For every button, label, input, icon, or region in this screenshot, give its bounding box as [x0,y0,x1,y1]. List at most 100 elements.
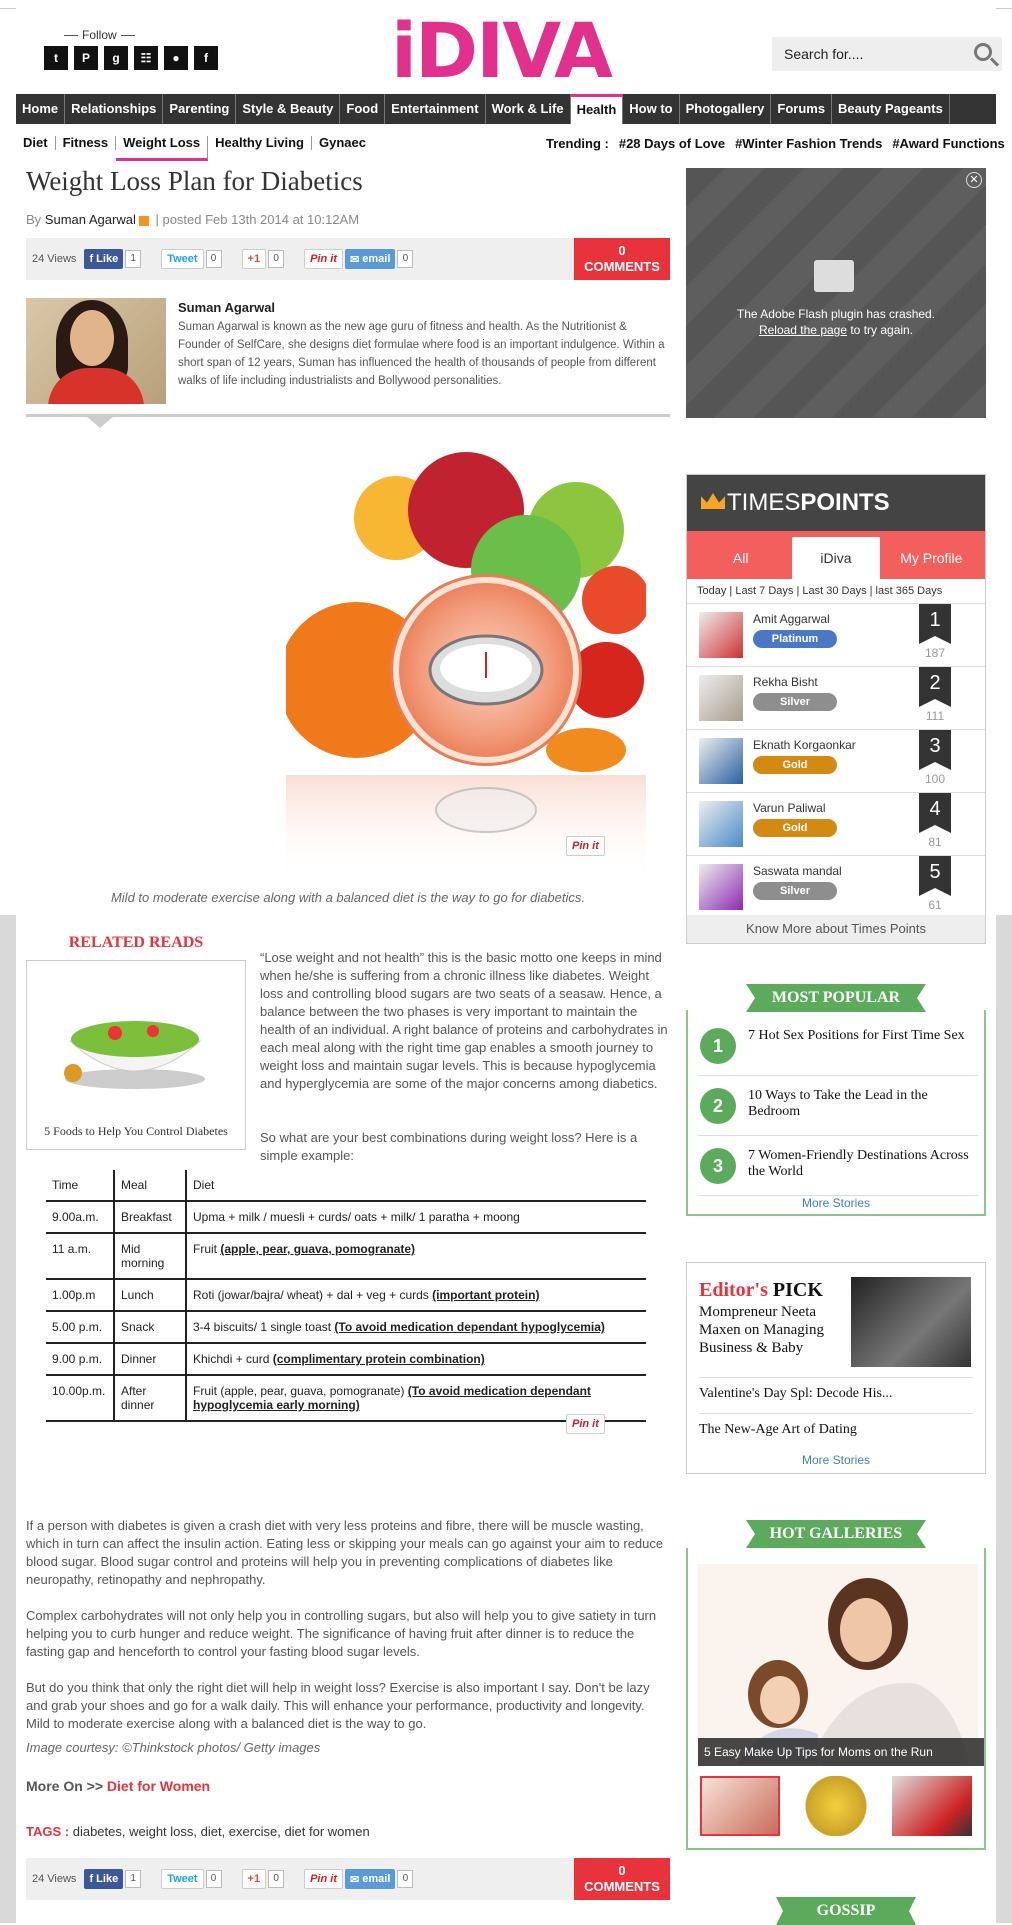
author-link[interactable]: Suman Agarwal [45,212,136,227]
related-title[interactable]: 5 Foods to Help You Control Diabetes [27,1124,245,1139]
email-count: 0 [397,250,414,268]
pinterest-icon[interactable]: P [74,46,98,70]
nav-item[interactable]: Work & Life [486,94,571,124]
reload-link[interactable]: Reload the page [759,323,847,337]
table-cell-time: 1.00p.m [46,1279,115,1312]
leaderboard-row[interactable]: Eknath Korgaonkar Gold 3 100 [687,730,985,793]
comments-button[interactable]: 0 COMMENTS [574,238,670,280]
tweet-button[interactable]: Tweet [161,249,204,269]
nav-item[interactable]: Health [570,94,624,124]
times-points-tab[interactable]: iDiva [792,537,880,579]
nav-item[interactable]: Parenting [163,94,237,124]
table-pin-it-button[interactable]: Pin it [566,1414,605,1434]
popular-title[interactable]: 7 Women-Friendly Destinations Across the… [748,1148,974,1180]
popular-title[interactable]: 7 Hot Sex Positions for First Time Sex [748,1028,974,1044]
orkut-icon[interactable]: ● [164,46,188,70]
times-points-tab[interactable]: All [697,537,784,579]
close-icon[interactable]: ✕ [966,172,982,188]
subnav-item[interactable]: Diet [16,136,56,150]
subnav-item[interactable]: Weight Loss [116,136,209,161]
rss-icon[interactable]: ☷ [134,46,158,70]
gallery-main-image[interactable] [698,1564,978,1764]
editors-pick-more-stories[interactable]: More Stories [687,1453,985,1467]
gallery-thumb[interactable] [892,1776,972,1836]
subnav-item[interactable]: Fitness [56,136,117,150]
gallery-thumb[interactable] [700,1776,780,1836]
editors-pick-image[interactable] [851,1277,971,1367]
popular-title[interactable]: 10 Ways to Take the Lead in the Bedroom [748,1088,974,1120]
pin-it-button[interactable]: Pin it [304,1869,343,1889]
period-filter[interactable]: Today | Last 7 Days | Last 30 Days | las… [687,579,985,604]
user-name[interactable]: Rekha Bisht [753,675,818,689]
comments-button[interactable]: 0 COMMENTS [574,1858,670,1900]
email-button[interactable]: ✉ email [344,249,396,269]
hero-pin-it-button[interactable]: Pin it [566,836,605,856]
google-plus-icon[interactable]: g [104,46,128,70]
diet-text: 3-4 biscuits/ 1 single toast [193,1320,335,1334]
email-button[interactable]: ✉ email [344,1869,396,1889]
nav-item[interactable]: Style & Beauty [236,94,341,124]
avatar [699,801,743,847]
editors-pick-story[interactable]: The New-Age Art of Dating [699,1413,973,1438]
nav-item[interactable]: Food [340,94,386,124]
popular-item[interactable]: 2 10 Ways to Take the Lead in the Bedroom [698,1080,978,1136]
tweet-button[interactable]: Tweet [161,1869,204,1889]
nav-item[interactable]: Beauty Pageants [832,94,950,124]
facebook-like-button[interactable]: f Like [84,1869,124,1889]
nav-item[interactable]: How to [623,94,680,124]
flash-message: The Adobe Flash plugin has crashed. [736,307,936,321]
editors-pick-lead[interactable]: Mompreneur Neeta Maxen on Managing Busin… [699,1303,847,1357]
user-name[interactable]: Varun Paliwal [753,801,825,815]
share-bar-bottom: 24 Views f Like 1 Tweet 0 +1 0 Pin it ✉ ema… [26,1858,670,1900]
nav-item[interactable]: Photogallery [680,94,772,124]
leaderboard-row[interactable]: Varun Paliwal Gold 4 81 [687,793,985,856]
user-name[interactable]: Amit Aggarwal [753,612,830,626]
related-card[interactable]: 5 Foods to Help You Control Diabetes [26,960,246,1150]
subnav-item[interactable]: Healthy Living [208,136,312,150]
times-points-tabs: All iDiva My Profile [687,531,985,579]
leaderboard-row[interactable]: Saswata mandal Silver 5 61 [687,856,985,919]
user-name[interactable]: Eknath Korgaonkar [753,738,856,752]
gallery-caption[interactable]: 5 Easy Make Up Tips for Moms on the Run [698,1738,984,1766]
sub-nav: Diet Fitness Weight Loss Healthy Living Gyna… [16,131,373,161]
times-points-tab[interactable]: My Profile [888,537,975,579]
rss-icon[interactable] [138,215,149,226]
google-plus-button[interactable]: +1 [241,249,267,269]
search-icon[interactable] [974,43,992,61]
google-plus-button[interactable]: +1 [241,1869,267,1889]
nav-item[interactable]: Entertainment [385,94,486,124]
leaderboard-row[interactable]: Rekha Bisht Silver 2 111 [687,667,985,730]
more-on-link[interactable]: Diet for Women [107,1778,210,1794]
leaderboard-row[interactable]: Amit Aggarwal Platinum 1 187 [687,604,985,667]
table-row: 10.00p.m. After dinner Fruit (apple, pear,… [46,1375,646,1422]
nav-item[interactable]: Forums [771,94,833,124]
nav-item[interactable]: Home [16,94,66,124]
tumblr-icon[interactable]: t [44,46,68,70]
author-name[interactable]: Suman Agarwal [178,300,275,315]
search-input[interactable]: Search for.... [784,46,863,62]
gallery-thumb[interactable] [796,1776,876,1836]
popular-item[interactable]: 3 7 Women-Friendly Destinations Across th… [698,1140,978,1196]
trending-link[interactable]: #28 Days of Love [619,136,725,151]
facebook-icon[interactable]: f [194,46,218,70]
nav-item[interactable]: Relationships [65,94,164,124]
site-logo[interactable]: iDIVA [391,10,613,92]
most-popular-more-stories[interactable]: More Stories [688,1196,984,1210]
pin-it-button[interactable]: Pin it [304,249,343,269]
know-more-link[interactable]: Know More about Times Points [687,915,985,943]
rank-badge: 5 [919,856,951,896]
editors-pick-story[interactable]: Valentine's Day Spl: Decode His... [699,1377,973,1402]
trending-label: Trending : [546,135,609,151]
popular-item[interactable]: 1 7 Hot Sex Positions for First Time Sex [698,1020,978,1076]
diet-text: Upma + milk / muesli + curds/ oats + mil… [193,1210,520,1224]
points-value: 187 [924,646,946,660]
table-cell-time: 11 a.m. [46,1233,115,1280]
subnav-item[interactable]: Gynaec [312,136,373,150]
user-name[interactable]: Saswata mandal [753,864,842,878]
search-box[interactable]: Search for.... [772,37,1002,71]
trending-link[interactable]: #Winter Fashion Trends [735,136,882,151]
page: Follow t Pg ☷ ● f iDIVA Search for.... Home R… [16,0,1005,1925]
trending-link[interactable]: #Award Functions [892,136,1004,151]
facebook-like-button[interactable]: f Like [84,249,124,269]
tags-list[interactable]: diabetes, weight loss, diet, exercise, d… [73,1824,370,1839]
